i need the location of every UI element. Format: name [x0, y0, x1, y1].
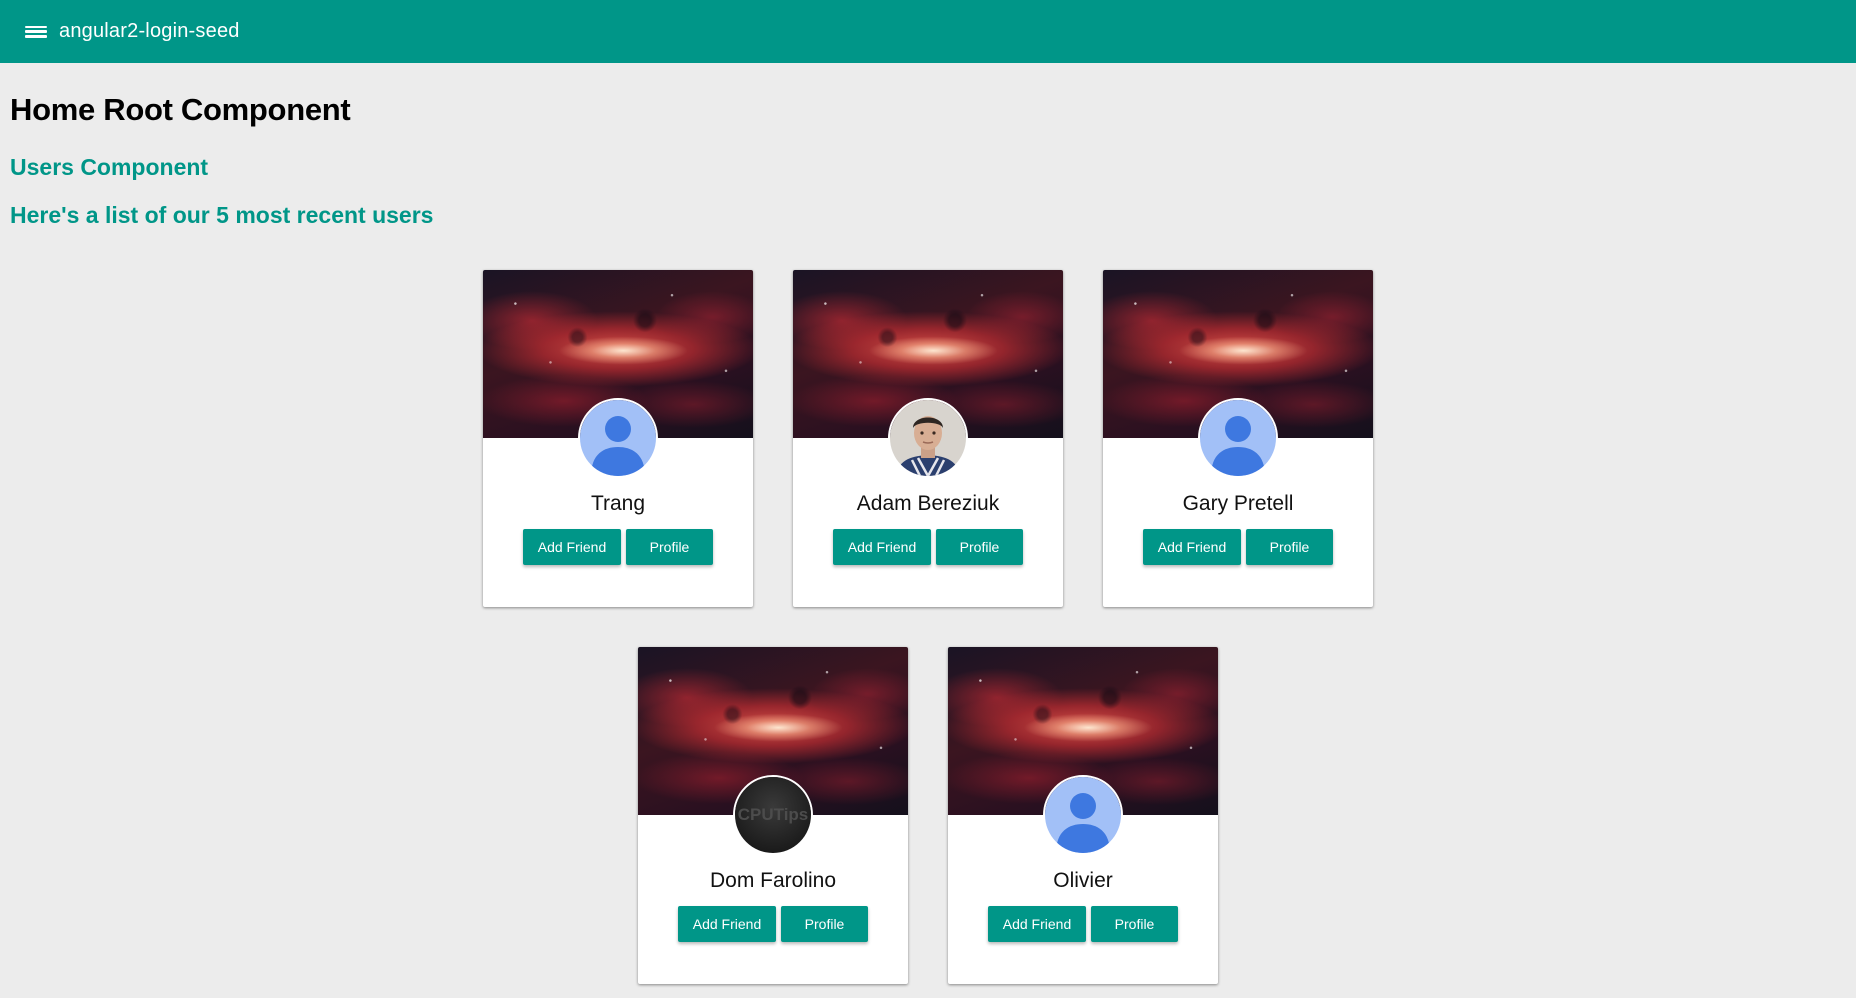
default-avatar-icon — [578, 398, 658, 478]
cputips-logo-avatar: CPUTips — [733, 775, 813, 855]
profile-button[interactable]: Profile — [626, 529, 713, 565]
add-friend-button[interactable]: Add Friend — [988, 906, 1086, 942]
recent-users-heading: Here's a list of our 5 most recent users — [10, 202, 434, 228]
user-card: CPUTips Dom Farolino Add Friend Profile — [638, 647, 908, 984]
user-card: Olivier Add Friend Profile — [948, 647, 1218, 984]
user-name: Olivier — [1053, 869, 1113, 892]
default-avatar-icon — [1043, 775, 1123, 855]
user-card: Adam Bereziuk Add Friend Profile — [793, 270, 1063, 607]
user-card: Gary Pretell Add Friend Profile — [1103, 270, 1373, 607]
top-toolbar: angular2-login-seed — [0, 0, 1856, 63]
page-title: Home Root Component — [10, 92, 351, 127]
user-name: Trang — [590, 492, 646, 515]
add-friend-button[interactable]: Add Friend — [1143, 529, 1241, 565]
user-name: Dom Farolino — [709, 869, 837, 892]
add-friend-button[interactable]: Add Friend — [833, 529, 931, 565]
menu-icon[interactable] — [25, 23, 47, 41]
profile-button[interactable]: Profile — [1246, 529, 1333, 565]
user-name: Adam Bereziuk — [856, 492, 1000, 515]
profile-button[interactable]: Profile — [781, 906, 868, 942]
add-friend-button[interactable]: Add Friend — [678, 906, 776, 942]
users-component-heading: Users Component — [10, 154, 209, 180]
profile-button[interactable]: Profile — [1091, 906, 1178, 942]
default-avatar-icon — [1198, 398, 1278, 478]
app-title: angular2-login-seed — [59, 20, 240, 42]
user-card: Trang Add Friend Profile — [483, 270, 753, 607]
profile-button[interactable]: Profile — [936, 529, 1023, 565]
photo-avatar — [888, 398, 968, 478]
user-name: Gary Pretell — [1182, 492, 1294, 515]
add-friend-button[interactable]: Add Friend — [523, 529, 621, 565]
cputips-logo-text: CPUTips — [738, 805, 809, 824]
